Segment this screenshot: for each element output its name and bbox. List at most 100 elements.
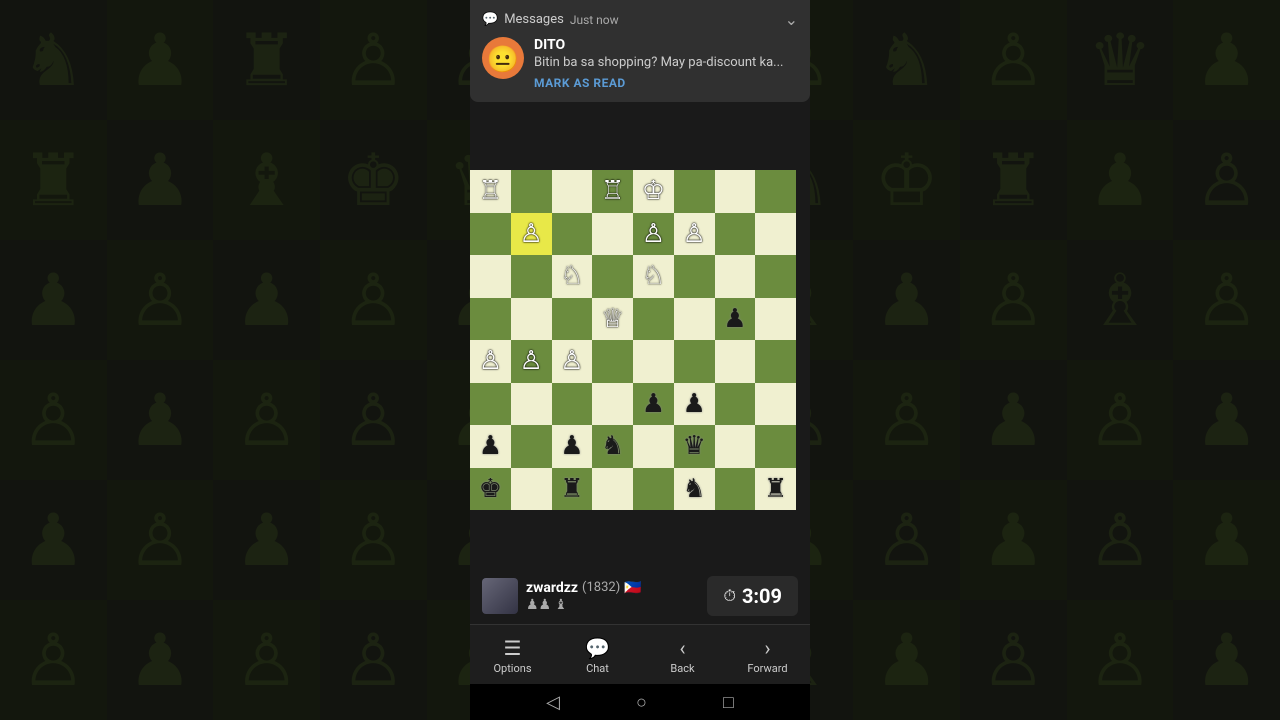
board-cell[interactable]: ♙ — [470, 340, 511, 383]
system-nav: ◁ ○ □ — [470, 684, 810, 720]
board-cell[interactable] — [592, 255, 633, 298]
system-back-button[interactable]: ◁ — [546, 692, 560, 713]
board-cell[interactable] — [755, 170, 796, 213]
board-cell[interactable] — [715, 340, 756, 383]
nav-options[interactable]: ☰ Options — [470, 636, 555, 675]
player-avatar — [482, 578, 518, 614]
board-cell[interactable]: ♛ — [674, 425, 715, 468]
board-cell[interactable]: ♟ — [470, 425, 511, 468]
board-cell[interactable] — [715, 425, 756, 468]
board-cell[interactable] — [470, 298, 511, 341]
chess-piece: ♖ — [601, 178, 624, 204]
board-cell[interactable] — [674, 255, 715, 298]
board-cell[interactable]: ♖ — [592, 170, 633, 213]
board-cell[interactable]: ♟ — [715, 298, 756, 341]
chess-piece: ♙ — [560, 348, 583, 374]
notification-content: DITO Bitin ba sa shopping? May pa-discou… — [534, 37, 798, 90]
chess-piece: ♙ — [519, 221, 542, 247]
board-cell[interactable] — [715, 213, 756, 256]
board-cell[interactable] — [511, 425, 552, 468]
board-cell[interactable]: ♙ — [511, 340, 552, 383]
board-cell[interactable] — [592, 340, 633, 383]
board-cell[interactable] — [511, 255, 552, 298]
board-cell[interactable] — [715, 383, 756, 426]
board-cell[interactable]: ♜ — [552, 468, 593, 511]
board-cell[interactable] — [470, 213, 511, 256]
mark-as-read-button[interactable]: MARK AS READ — [534, 76, 798, 90]
board-cell[interactable] — [592, 383, 633, 426]
board-cell[interactable]: ♔ — [633, 170, 674, 213]
board-cell[interactable] — [755, 425, 796, 468]
back-icon: ‹ — [679, 636, 685, 660]
board-cell[interactable]: ♘ — [552, 255, 593, 298]
timer-value: 3:09 — [742, 584, 782, 608]
board-cell[interactable] — [755, 255, 796, 298]
avatar: 😐 — [482, 37, 524, 79]
notification-body: 😐 DITO Bitin ba sa shopping? May pa-disc… — [482, 37, 798, 90]
player-pieces: ♟♟ ♝ — [526, 597, 642, 613]
options-icon: ☰ — [504, 636, 522, 660]
board-cell[interactable] — [755, 383, 796, 426]
nav-forward[interactable]: › Forward — [725, 636, 810, 675]
board-cell[interactable]: ♕ — [592, 298, 633, 341]
board-cell[interactable] — [674, 170, 715, 213]
board-cell[interactable] — [715, 255, 756, 298]
system-recent-button[interactable]: □ — [723, 692, 734, 713]
chess-piece: ♘ — [560, 263, 583, 289]
chess-piece: ♜ — [764, 476, 787, 502]
forward-icon: › — [764, 636, 770, 660]
board-cell[interactable] — [755, 340, 796, 383]
board-cell[interactable] — [511, 468, 552, 511]
nav-back[interactable]: ‹ Back — [640, 636, 725, 675]
board-cell[interactable]: ♞ — [674, 468, 715, 511]
chess-piece: ♘ — [642, 263, 665, 289]
bottom-nav: ☰ Options 💬 Chat ‹ Back › Forward — [470, 624, 810, 684]
system-home-button[interactable]: ○ — [636, 692, 647, 713]
board-cell[interactable]: ♘ — [633, 255, 674, 298]
chess-piece: ♟ — [682, 391, 705, 417]
board-cell[interactable] — [552, 298, 593, 341]
board-cell[interactable] — [674, 298, 715, 341]
board-cell[interactable] — [511, 298, 552, 341]
chess-piece: ♙ — [642, 221, 665, 247]
nav-chat[interactable]: 💬 Chat — [555, 636, 640, 675]
board-cell[interactable] — [674, 340, 715, 383]
player-bar: zwardzz (1832) 🇵🇭 ♟♟ ♝ ⏱ 3:09 — [470, 568, 810, 624]
board-cell[interactable]: ♟ — [633, 383, 674, 426]
board-cell[interactable] — [552, 383, 593, 426]
chess-piece: ♙ — [682, 221, 705, 247]
board-cell[interactable]: ♖ — [470, 170, 511, 213]
board-cell[interactable] — [592, 213, 633, 256]
player-name: zwardzz — [526, 580, 578, 596]
message-icon: 💬 — [482, 12, 498, 27]
timer-box: ⏱ 3:09 — [707, 576, 798, 616]
board-cell[interactable] — [592, 468, 633, 511]
board-cell[interactable] — [511, 383, 552, 426]
board-cell[interactable]: ♟ — [552, 425, 593, 468]
board-cell[interactable]: ♙ — [674, 213, 715, 256]
board-cell[interactable]: ♜ — [755, 468, 796, 511]
board-cell[interactable] — [633, 298, 674, 341]
board-cell[interactable] — [511, 170, 552, 213]
board-cell[interactable]: ♟ — [674, 383, 715, 426]
board-cell[interactable] — [715, 468, 756, 511]
board-cell[interactable] — [715, 170, 756, 213]
board-cell[interactable] — [633, 425, 674, 468]
clock-icon: ⏱ — [723, 586, 735, 606]
board-cell[interactable] — [552, 213, 593, 256]
board-cell[interactable]: ♚ — [470, 468, 511, 511]
board-cell[interactable] — [470, 383, 511, 426]
board-cell[interactable] — [755, 298, 796, 341]
chat-icon: 💬 — [585, 636, 610, 660]
board-cell[interactable] — [633, 340, 674, 383]
board-cell[interactable] — [470, 255, 511, 298]
chevron-down-icon[interactable]: ⌄ — [785, 10, 798, 29]
board-cell[interactable] — [633, 468, 674, 511]
board-cell[interactable]: ♞ — [592, 425, 633, 468]
board-cell[interactable]: ♙ — [511, 213, 552, 256]
chess-section: ♖♖♔♙♙♙♘♘♕♟♙♙♙♟♟♟♟♞♛♚♜♞♜ — [470, 170, 810, 568]
board-cell[interactable] — [552, 170, 593, 213]
board-cell[interactable] — [755, 213, 796, 256]
board-cell[interactable]: ♙ — [552, 340, 593, 383]
board-cell[interactable]: ♙ — [633, 213, 674, 256]
